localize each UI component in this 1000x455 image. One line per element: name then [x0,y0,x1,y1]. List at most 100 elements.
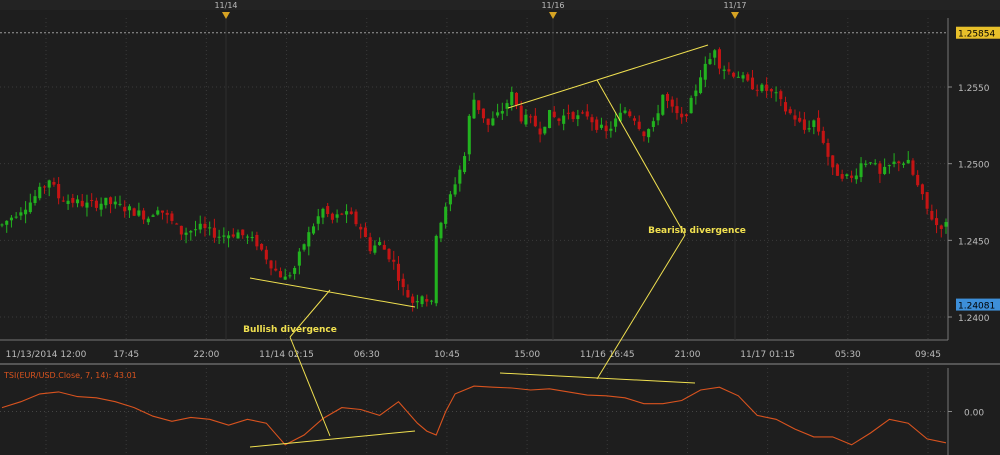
candle-body [222,235,226,237]
candle-body [382,244,386,250]
candle-body [340,213,344,215]
candle-body [255,234,259,247]
candle-body [439,222,443,239]
candle-body [935,218,939,226]
candle-body [566,112,570,114]
candle-body [703,63,707,80]
time-tick-label: 11/16 16:45 [580,350,635,360]
candle-body [614,118,618,127]
candle-body [699,77,703,94]
price-tick-label: 1.2400 [958,314,990,324]
candle-body [61,200,65,202]
time-tick-label: 11/13/2014 12:00 [6,350,87,360]
candle-body [944,222,948,227]
time-tick-label: 10:45 [434,350,460,360]
candle-body [184,232,188,235]
candle-body [665,93,670,101]
candle-body [47,180,51,188]
candle-body [85,202,89,208]
candle-body [406,290,410,298]
candle-body [33,196,37,204]
time-tick-label: 21:00 [674,350,700,360]
candle-body [453,184,457,195]
candle-body [467,115,471,155]
candle-body [208,227,212,229]
candle-body [656,113,660,121]
candle-body [90,199,94,201]
candle-body [19,212,23,216]
candle-body [901,163,906,165]
candle-body [38,186,42,199]
candle-body [916,174,920,186]
candle-body [533,115,537,127]
candle-body [193,229,198,231]
candle-body [396,263,401,281]
candle-body [736,76,740,78]
candle-body [529,116,533,118]
candle-body [307,232,311,247]
candle-body [411,296,415,303]
candle-body [420,296,424,305]
candle-body [198,223,202,230]
candle-body [52,181,56,185]
price-tick-label: 1.2550 [958,84,990,94]
candle-body [425,299,429,302]
candle-body [599,124,603,128]
candle-body [864,163,868,165]
candle-body [264,249,268,260]
time-tick-label: 05:30 [835,350,861,360]
candle-body [939,225,943,229]
candle-body [0,224,4,226]
candle-body [179,225,183,235]
candle-body [647,129,651,138]
candle-body [779,91,783,100]
chart-background [0,0,1000,455]
candle-body [783,102,788,112]
candle-body [481,108,485,119]
candle-body [217,236,221,238]
candle-body [826,142,830,157]
candle-body [142,210,146,220]
candle-body [920,184,924,195]
candle-body [543,126,547,134]
date-marker-bar [0,0,1000,10]
price-tick-label: 1.2450 [958,237,990,247]
candle-body [651,121,655,127]
candle-body [750,77,755,90]
candle-body [807,128,811,130]
candle-body [283,276,287,280]
candle-body [642,131,646,137]
time-tick-label: 11/17 01:15 [740,350,795,360]
candle-body [66,200,70,204]
candle-body [708,59,712,65]
bearish-divergence-label: Bearish divergence [648,226,746,236]
candle-body [760,84,764,91]
last-price-label: 1.25854 [958,30,995,40]
candle-body [236,232,240,239]
date-marker-label: 11/14 [214,1,237,10]
candle-body [231,234,235,237]
candle-body [850,175,854,178]
candle-body [675,106,679,114]
candle-body [906,159,910,164]
candle-body [203,223,207,229]
candle-body [821,130,825,143]
time-tick-label: 11/14 02:15 [259,350,314,360]
candle-body [42,186,47,188]
candle-body [378,241,382,245]
candle-body [595,119,599,130]
chart-canvas[interactable]: 1.2400 1.2450 1.2500 1.2550 11/13/2014 12:00… [0,0,1000,455]
candle-body [458,169,462,184]
candle-body [297,251,301,266]
candle-body [311,226,316,234]
candle-body [798,117,802,122]
candle-body [713,50,717,58]
candle-body [71,197,75,203]
candle-body [581,112,585,114]
candle-body [519,105,523,122]
candle-body [123,206,127,212]
candle-body [9,217,13,221]
candle-body [788,109,792,114]
candle-body [670,99,674,107]
candle-body [477,100,481,110]
